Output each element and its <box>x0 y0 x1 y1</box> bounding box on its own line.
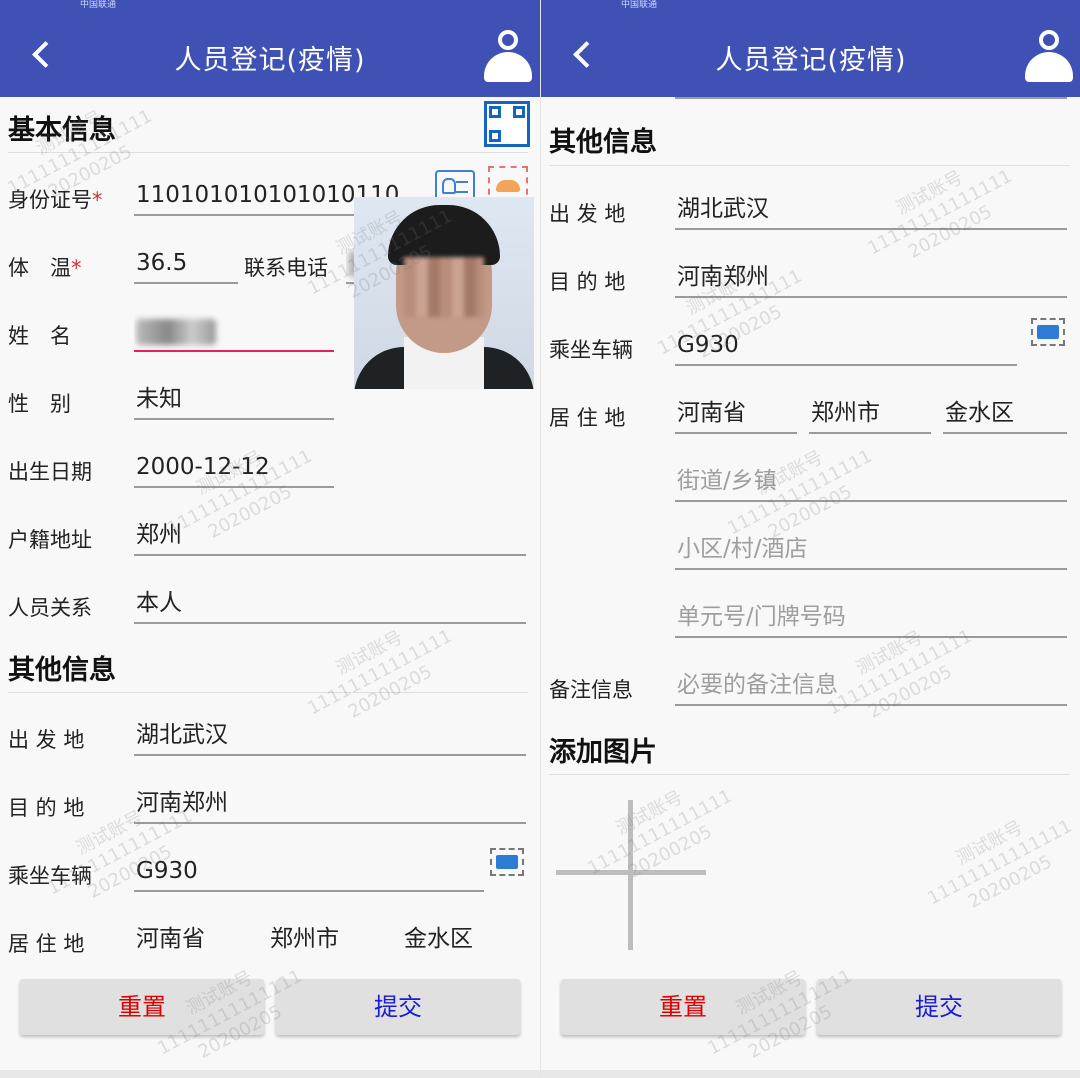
app-bar: 人员登记(疫情) <box>0 12 540 97</box>
section-divider <box>8 152 528 153</box>
city-select[interactable]: 郑州市 <box>268 920 388 960</box>
section-divider <box>549 165 1069 166</box>
add-picture-icon[interactable] <box>556 800 706 950</box>
district-select[interactable]: 金水区 <box>402 920 526 960</box>
departure-input[interactable]: 湖北武汉 <box>675 190 1067 230</box>
destination-label: 目 的 地 <box>549 270 626 294</box>
departure-label: 出 发 地 <box>549 202 626 226</box>
section-divider <box>8 692 528 693</box>
street-input[interactable]: 街道/乡镇 <box>675 462 1067 502</box>
remark-input[interactable]: 必要的备注信息 <box>675 666 1067 706</box>
plate-scan-icon[interactable] <box>1031 318 1065 346</box>
destination-input[interactable]: 河南郑州 <box>134 784 526 824</box>
page-title: 人员登记(疫情) <box>174 45 366 76</box>
departure-label: 出 发 地 <box>8 728 85 752</box>
temperature-label: 体 温* <box>8 256 82 280</box>
relation-input[interactable]: 本人 <box>134 584 526 624</box>
section-title-other: 其他信息 <box>549 127 657 158</box>
name-input[interactable] <box>134 312 334 352</box>
submit-button[interactable]: 提交 <box>817 979 1061 1035</box>
departure-input[interactable]: 湖北武汉 <box>134 716 526 756</box>
navigation-bar <box>541 1070 1080 1078</box>
vehicle-input[interactable]: G930 <box>675 326 1017 366</box>
reset-button[interactable]: 重置 <box>561 979 805 1035</box>
status-bar: 中国联通 <box>541 0 1080 12</box>
name-label: 姓 名 <box>8 324 71 348</box>
district-select[interactable]: 金水区 <box>943 394 1067 434</box>
id-number-label: 身份证号* <box>8 188 103 212</box>
section-title-other: 其他信息 <box>8 655 116 686</box>
city-select[interactable]: 郑州市 <box>809 394 931 434</box>
relation-label: 人员关系 <box>8 596 92 620</box>
vehicle-label: 乘坐车辆 <box>549 338 633 362</box>
community-input[interactable]: 小区/村/酒店 <box>675 530 1067 570</box>
gender-select[interactable]: 未知 <box>134 380 334 420</box>
scrolled-field-underline <box>675 97 1067 99</box>
qr-code-icon[interactable] <box>484 101 530 147</box>
carrier-label: 中国联通 <box>621 0 658 10</box>
province-select[interactable]: 河南省 <box>134 920 254 960</box>
screen-left: 中国联通 人员登记(疫情) 基本信息 身份证号* 110101010101010… <box>0 0 540 1078</box>
phone-label: 联系电话 <box>244 256 328 280</box>
gender-label: 性 别 <box>8 392 71 416</box>
plate-scan-icon[interactable] <box>490 848 524 876</box>
vehicle-label: 乘坐车辆 <box>8 864 92 888</box>
section-divider <box>549 774 1069 775</box>
unit-number-input[interactable]: 单元号/门牌号码 <box>675 598 1067 638</box>
birth-date-label: 出生日期 <box>8 460 92 484</box>
app-bar: 人员登记(疫情) <box>541 12 1080 97</box>
carrier-label: 中国联通 <box>80 0 117 10</box>
submit-button[interactable]: 提交 <box>276 979 520 1035</box>
birth-date-input[interactable]: 2000-12-12 <box>134 448 334 488</box>
temperature-input[interactable]: 36.5 <box>134 244 238 284</box>
reset-button[interactable]: 重置 <box>20 979 264 1035</box>
page-title: 人员登记(疫情) <box>715 45 907 76</box>
remark-label: 备注信息 <box>549 678 633 702</box>
status-bar: 中国联通 <box>0 0 540 12</box>
section-title-basic: 基本信息 <box>8 115 116 146</box>
province-select[interactable]: 河南省 <box>675 394 797 434</box>
user-icon[interactable] <box>1025 30 1073 82</box>
section-title-pictures: 添加图片 <box>549 737 657 768</box>
destination-label: 目 的 地 <box>8 796 85 820</box>
household-address-input[interactable]: 郑州 <box>134 516 526 556</box>
vehicle-input[interactable]: G930 <box>134 852 484 892</box>
id-photo <box>354 197 534 389</box>
residence-label: 居 住 地 <box>8 932 85 956</box>
residence-label: 居 住 地 <box>549 406 626 430</box>
destination-input[interactable]: 河南郑州 <box>675 258 1067 298</box>
navigation-bar <box>0 1070 540 1078</box>
household-address-label: 户籍地址 <box>8 528 92 552</box>
user-icon[interactable] <box>484 30 532 82</box>
